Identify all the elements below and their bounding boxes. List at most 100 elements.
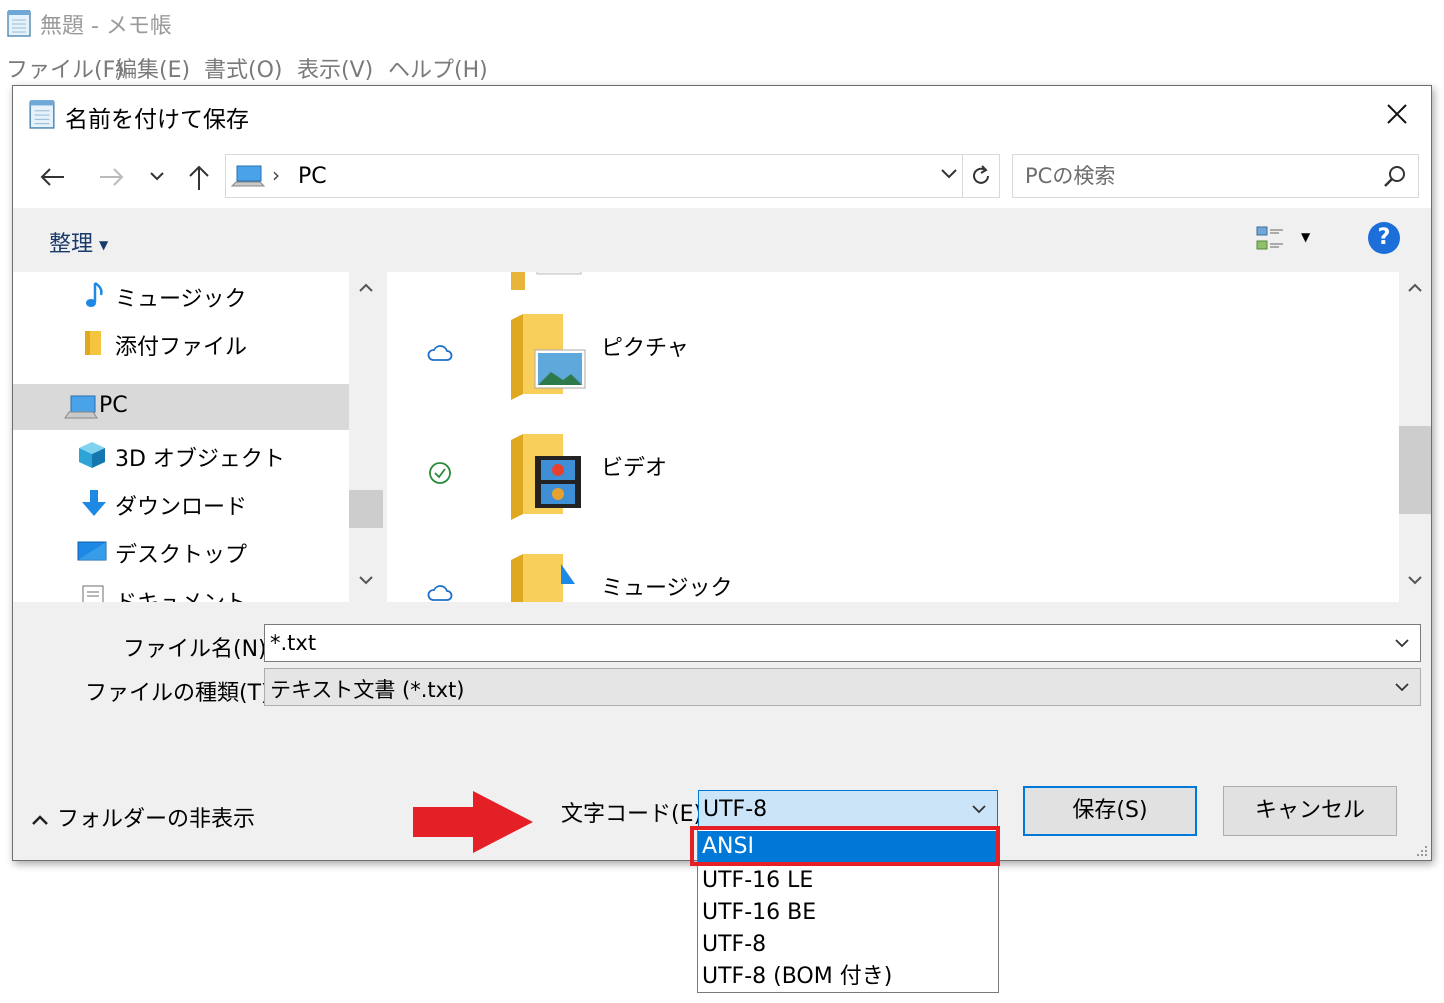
nav-pane-scrollbar[interactable] <box>349 272 383 602</box>
up-arrow-icon[interactable] <box>187 164 211 192</box>
command-toolbar: 整理 ▼ ▼ ? <box>13 208 1431 272</box>
file-item-name: ミュージック <box>601 576 733 601</box>
menu-edit[interactable]: 編集(E) <box>115 52 190 84</box>
music-folder-icon <box>511 554 575 602</box>
menu-format[interactable]: 書式(O) <box>204 52 282 84</box>
encoding-option-utf16le[interactable]: UTF-16 LE <box>698 865 998 897</box>
chevron-down-icon[interactable] <box>939 167 959 181</box>
notepad-titlebar: 無題 - メモ帳 <box>0 0 1444 44</box>
breadcrumb-pc[interactable]: PC <box>298 164 327 189</box>
menu-file[interactable]: ファイル(F) <box>6 52 124 84</box>
videos-folder-icon <box>511 434 581 520</box>
change-view-icon[interactable] <box>1255 224 1287 254</box>
desktop-icon <box>77 541 107 561</box>
filetype-label: ファイルの種類(T): <box>85 681 278 706</box>
search-box[interactable] <box>1012 154 1419 198</box>
file-item-name: ビデオ <box>601 456 668 481</box>
filename-input[interactable] <box>270 629 1370 657</box>
nav-item-label: ミュージック <box>115 287 247 312</box>
dialog-title: 名前を付けて保存 <box>65 107 249 133</box>
encoding-option-ansi[interactable]: ANSI <box>698 831 998 863</box>
encoding-label: 文字コード(E): <box>561 802 710 827</box>
file-item-pictures[interactable]: ピクチャ <box>387 312 1387 432</box>
encoding-dropdown-list: ANSI UTF-16 LE UTF-16 BE UTF-8 UTF-8 (BO… <box>697 827 999 993</box>
chevron-down-icon <box>972 805 986 814</box>
dialog-titlebar: 名前を付けて保存 <box>13 86 1431 144</box>
synced-check-icon <box>429 462 451 484</box>
nav-item-music[interactable]: ミュージック <box>13 272 349 318</box>
scroll-down-icon[interactable] <box>1407 574 1423 586</box>
scroll-up-icon[interactable] <box>1407 282 1423 294</box>
search-input[interactable] <box>1025 161 1365 191</box>
resize-grip-icon[interactable] <box>1413 842 1429 858</box>
organize-label: 整理 <box>49 232 94 257</box>
close-icon[interactable] <box>1379 96 1415 132</box>
nav-item-label: ダウンロード <box>115 495 248 520</box>
save-as-dialog: 名前を付けて保存 › PC PCの検索 整理 ▼ ▼ ? ミュージック 添付ファ… <box>12 85 1432 861</box>
view-options-caret-icon[interactable]: ▼ <box>1301 230 1310 244</box>
nav-item-label: PC <box>99 393 128 418</box>
partial-folder-icon <box>511 272 582 290</box>
filetype-select[interactable]: テキスト文書 (*.txt) <box>264 668 1421 706</box>
encoding-option-utf8[interactable]: UTF-8 <box>698 929 998 961</box>
notepad-title: 無題 - メモ帳 <box>40 14 172 39</box>
nav-item-pc[interactable]: PC <box>13 384 349 430</box>
breadcrumb-separator: › <box>272 163 280 187</box>
hide-folders-button[interactable]: フォルダーの非表示 <box>31 801 255 833</box>
file-list-pane: ピクチャ ビデオ ミュージック <box>387 272 1399 602</box>
notepad-icon <box>29 100 55 129</box>
filetype-value: テキスト文書 (*.txt) <box>270 678 465 702</box>
scroll-down-icon[interactable] <box>358 574 374 586</box>
back-arrow-icon[interactable] <box>39 166 67 188</box>
chevron-down-icon <box>1395 683 1409 692</box>
filename-combobox[interactable] <box>264 624 1421 662</box>
nav-item-attachments[interactable]: 添付ファイル <box>13 320 349 366</box>
address-bar[interactable]: › PC <box>225 154 1000 198</box>
music-icon <box>86 281 103 307</box>
filename-label: ファイル名(N): <box>123 637 275 662</box>
pc-icon <box>64 395 98 419</box>
nav-item-documents[interactable]: ドキュメント <box>13 576 349 602</box>
cloud-icon <box>427 345 453 361</box>
documents-icon <box>82 585 104 602</box>
pc-icon <box>230 165 266 187</box>
file-pane-scrollbar[interactable] <box>1399 272 1431 602</box>
nav-item-3d-objects[interactable]: 3D オブジェクト <box>13 432 349 478</box>
encoding-value: UTF-8 <box>703 797 768 822</box>
nav-item-desktop[interactable]: デスクトップ <box>13 528 349 574</box>
cancel-button[interactable]: キャンセル <box>1223 786 1397 836</box>
navigation-pane: ミュージック 添付ファイル PC 3D オブジェクト ダウンロード デスクトップ <box>13 272 383 602</box>
file-item-name: ピクチャ <box>601 336 689 361</box>
file-item-videos[interactable]: ビデオ <box>387 432 1387 552</box>
save-form-area: ファイル名(N): ファイルの種類(T): テキスト文書 (*.txt) フォル… <box>13 602 1431 860</box>
3d-objects-icon <box>79 442 105 468</box>
nav-item-label: デスクトップ <box>115 543 248 568</box>
help-button[interactable]: ? <box>1368 222 1400 254</box>
menu-view[interactable]: 表示(V) <box>297 52 373 84</box>
search-icon[interactable] <box>1382 164 1408 190</box>
folder-icon <box>85 331 101 355</box>
annotation-red-arrow <box>413 791 533 853</box>
address-divider <box>962 155 963 197</box>
download-icon <box>82 490 106 516</box>
chevron-down-icon[interactable] <box>1394 637 1410 649</box>
recent-locations-chevron-icon[interactable] <box>149 170 165 182</box>
nav-scroll-thumb[interactable] <box>349 490 383 528</box>
caret-down-icon: ▼ <box>99 238 109 252</box>
scroll-up-icon[interactable] <box>358 282 374 294</box>
nav-item-label: 添付ファイル <box>115 335 248 360</box>
save-button[interactable]: 保存(S) <box>1023 786 1197 836</box>
nav-item-downloads[interactable]: ダウンロード <box>13 480 349 526</box>
pictures-folder-icon <box>511 314 586 400</box>
file-item-music[interactable]: ミュージック <box>387 552 1387 602</box>
encoding-select[interactable]: UTF-8 <box>698 790 998 830</box>
menu-help[interactable]: ヘルプ(H) <box>388 52 488 84</box>
nav-item-label: 3D オブジェクト <box>115 447 285 472</box>
encoding-option-utf8-bom[interactable]: UTF-8 (BOM 付き) <box>698 961 998 993</box>
organize-menu-button[interactable]: 整理 ▼ <box>49 226 108 258</box>
notepad-menubar: ファイル(F) 編集(E) 書式(O) 表示(V) ヘルプ(H) <box>0 44 1444 86</box>
file-scroll-thumb[interactable] <box>1399 426 1431 514</box>
forward-arrow-icon[interactable] <box>97 166 125 188</box>
refresh-icon[interactable] <box>969 164 993 188</box>
encoding-option-utf16be[interactable]: UTF-16 BE <box>698 897 998 929</box>
